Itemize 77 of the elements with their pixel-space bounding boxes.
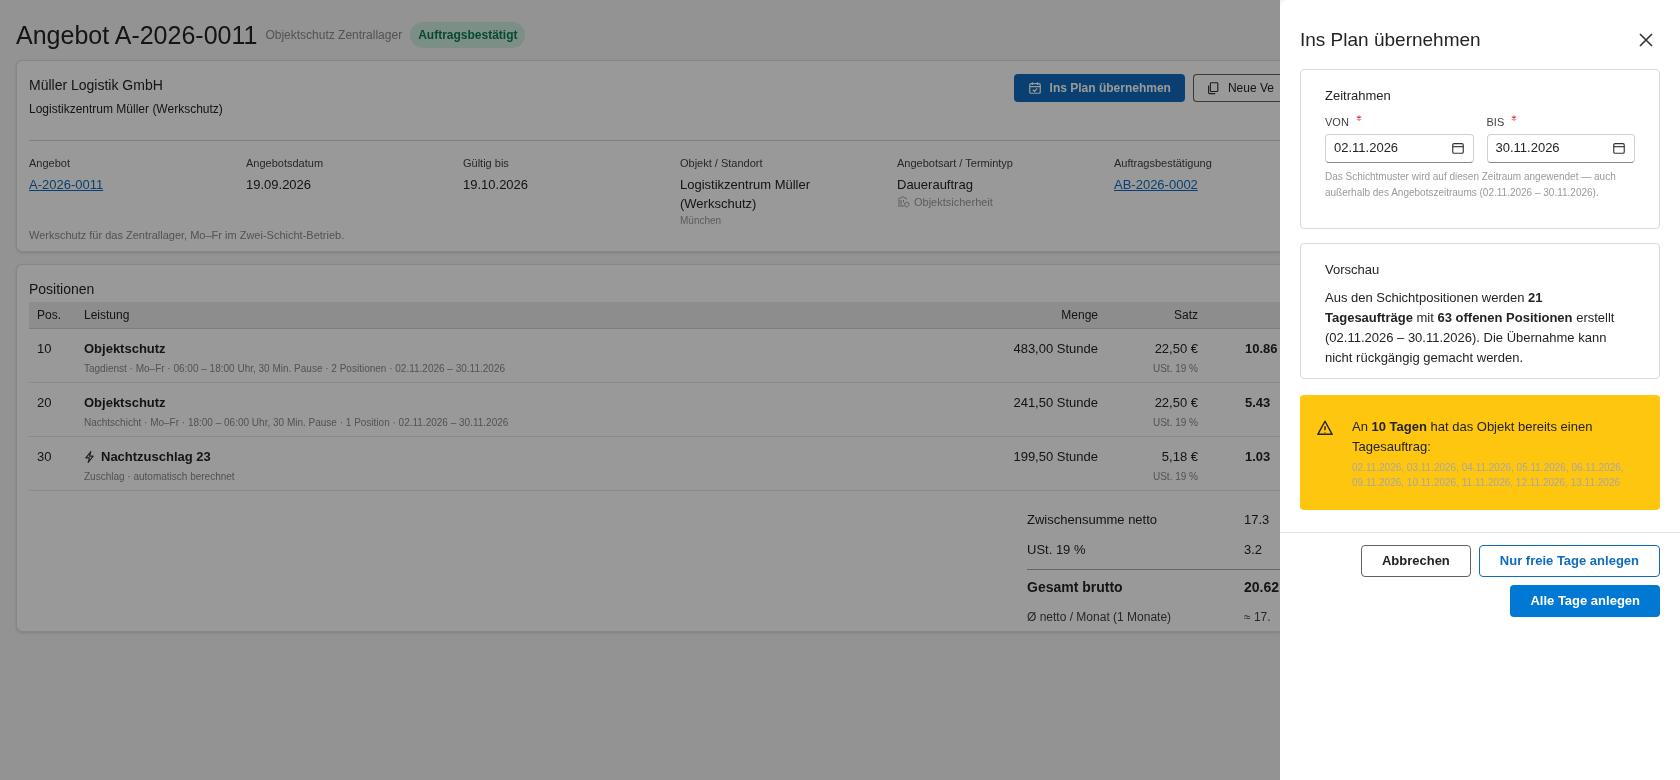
- field-subtext: Objektsicherheit: [914, 194, 993, 210]
- all-days-button[interactable]: Alle Tage anlegen: [1510, 585, 1660, 617]
- page-title: Angebot A-2026-0011: [16, 22, 258, 48]
- field-value: 19.09.2026: [246, 175, 313, 194]
- table-cell-text: 22,50 €: [1154, 394, 1198, 412]
- offer-note: Werkschutz für das Zentrallager, Mo–Fr im Zwei-Schicht-Betrieb.: [29, 228, 346, 243]
- field-label: VON: [1325, 114, 1349, 130]
- table-cell-text: 5.43: [1244, 394, 1272, 412]
- copy-icon: [1205, 81, 1220, 95]
- total-label: USt. 19 %: [1027, 541, 1087, 560]
- date-field[interactable]: 02.11.2026: [1325, 133, 1474, 163]
- field-label: Auftragsbestätigung: [1114, 156, 1213, 171]
- position-title: Objektschutz: [84, 340, 166, 358]
- calendar-icon[interactable]: [1612, 141, 1626, 155]
- date-field[interactable]: 30.11.2026: [1486, 133, 1635, 163]
- document-link[interactable]: AB-2026-0002: [1114, 174, 1198, 194]
- table-cell-text: 10.86: [1244, 340, 1279, 358]
- tax-note: USt. 19 %: [1152, 361, 1198, 376]
- table-cell-text: 30: [36, 448, 53, 466]
- lightning-icon: [84, 449, 95, 464]
- document-link[interactable]: A-2026-0011: [29, 174, 104, 194]
- tax-note: USt. 19 %: [1152, 415, 1198, 430]
- card-title: Vorschau: [1325, 261, 1381, 279]
- position-detail: Nachtschicht · Mo–Fr · 18:00 – 06:00 Uhr, 30 Min. Pause · 1 Position · 02.11.2026 – 30.11.2026: [84, 415, 510, 430]
- field-subtext: München: [680, 213, 723, 228]
- field-label: BIS: [1486, 114, 1505, 130]
- building-shield-icon: [897, 195, 910, 209]
- table-cell-text: 241,50 Stunde: [1012, 394, 1098, 412]
- conflict-dates: 02.11.2026, 03.11.2026, 04.11.2026, 05.11.2026, 06.11.2026, 09.11.2026, 10.11.2026, 11.11.2026, 12.11.2026, 13.11.2026: [1352, 461, 1625, 490]
- customer-site: Logistikzentrum Müller (Werkschutz): [29, 101, 224, 118]
- column-header: Leistung: [84, 306, 131, 324]
- total-value: 20.62: [1244, 578, 1280, 597]
- field-value: Logistikzentrum Müller (Werkschutz): [680, 175, 812, 213]
- total-value: 17.3: [1244, 511, 1271, 530]
- total-label: Zwischensumme netto: [1027, 511, 1159, 530]
- calendar-icon[interactable]: [1450, 141, 1465, 155]
- total-value: ≈ 17.: [1244, 609, 1272, 626]
- table-cell-text: 483,00 Stunde: [1012, 340, 1098, 358]
- total-label: Ø netto / Monat (1 Monate): [1027, 609, 1173, 626]
- field-label: Angebot: [29, 156, 71, 171]
- column-header: Pos.: [36, 306, 62, 324]
- cancel-button[interactable]: Abbrechen: [1360, 545, 1471, 577]
- field-value: 19.10.2026: [463, 175, 530, 194]
- customer-name: Müller Logistik GmbH: [29, 76, 164, 95]
- card-title: Zeitrahmen: [1325, 87, 1392, 105]
- column-header: Satz: [1173, 306, 1198, 324]
- status-badge: Auftragsbestätigt: [410, 22, 526, 48]
- hint-text: Das Schichtmuster wird auf diesen Zeitraum angewendet — auch außerhalb des Angebotszeitraums (02.11.2026 – 30.11.2026).: [1325, 169, 1617, 200]
- field-label: Gültig bis: [463, 156, 510, 171]
- table-cell-text: 1.03: [1244, 448, 1272, 466]
- preview-text: Aus den Schichtpositionen werden 21 Tagesaufträge mit 63 offenen Positionen erstellt (02.11.2026 – 30.11.2026). Die Übernahme kann nicht rückgängig gemacht werden.: [1325, 288, 1616, 367]
- plan-button[interactable]: Ins Plan übernehmen: [1013, 74, 1185, 102]
- position-title: Objektschutz: [84, 394, 166, 412]
- column-header: Menge: [1060, 306, 1098, 324]
- position-detail: Tagdienst · Mo–Fr · 06:00 – 18:00 Uhr, 30 Min. Pause · 2 Positionen · 02.11.2026 – 30.11.2026: [84, 361, 506, 376]
- position-detail: Zuschlag · automatisch berechnet: [84, 469, 236, 484]
- field-label: Angebotsart / Termintyp: [897, 156, 1014, 171]
- field-label: Angebotsdatum: [246, 156, 325, 171]
- warning-text: An 10 Tagen hat das Objekt bereits einen Tagesauftrag:: [1352, 418, 1594, 456]
- table-cell-text: 199,50 Stunde: [1012, 448, 1098, 466]
- page-subtitle: Objektschutz Zentrallager: [265, 27, 403, 44]
- calendar-check-icon: [1027, 81, 1042, 95]
- table-cell-text: 10: [36, 340, 53, 358]
- free-days-button[interactable]: Nur freie Tage anlegen: [1478, 545, 1660, 577]
- table-cell-text: 22,50 €: [1154, 340, 1198, 358]
- warning-icon: [1316, 419, 1334, 437]
- section-title: Positionen: [29, 280, 96, 299]
- total-label: Gesamt brutto: [1027, 578, 1124, 597]
- field-label: Objekt / Standort: [680, 156, 764, 171]
- table-cell-text: 5,18 €: [1161, 448, 1198, 466]
- tax-note: USt. 19 %: [1152, 469, 1198, 484]
- position-title: Nachtzuschlag 23: [101, 448, 211, 466]
- copy-button[interactable]: Neue Ve: [1192, 74, 1280, 102]
- panel-title: Ins Plan übernehmen: [1300, 27, 1481, 52]
- table-cell-text: 20: [36, 394, 53, 412]
- total-value: 3.2: [1244, 541, 1264, 560]
- field-value: Dauerauftrag: [897, 175, 974, 194]
